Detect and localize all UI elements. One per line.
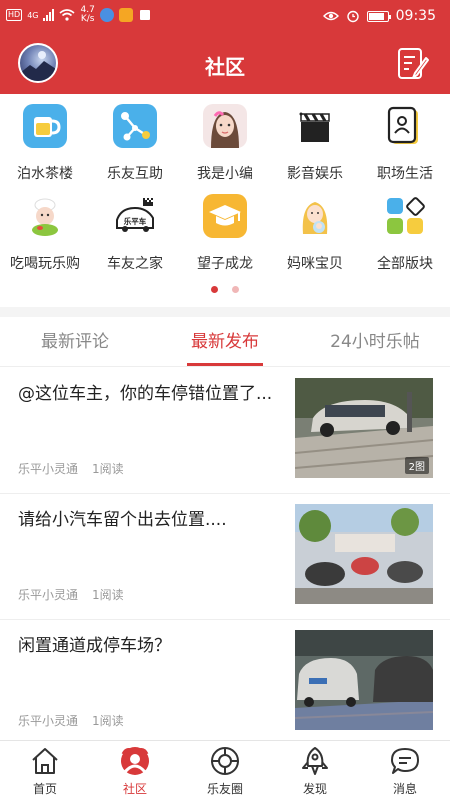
- section-label: 全部版块: [377, 256, 433, 272]
- share-nodes-icon: [113, 104, 157, 148]
- chef-icon: [23, 194, 67, 238]
- network-speed: 4.7 K/s: [80, 6, 94, 24]
- message-icon: [391, 748, 419, 774]
- post-reads: 1阅读: [92, 714, 124, 728]
- eye-icon: [322, 11, 339, 21]
- graduation-cap-icon: [203, 194, 247, 238]
- post-meta: 乐平小灵通 1阅读: [18, 712, 124, 729]
- clapperboard-icon: [293, 104, 337, 148]
- bottom-navigation: 首页 社区 乐友圈 发现 消息: [0, 740, 450, 800]
- community-screen: HD 4G 4.7 K/s 09:35 社区 泊水茶楼 乐友互助 我是小编 影音…: [0, 0, 450, 800]
- community-icon: [121, 747, 149, 775]
- section-label: 影音娱乐: [287, 166, 343, 182]
- page-dot-active[interactable]: [211, 286, 218, 293]
- post-title: 请给小汽车留个出去位置....: [18, 510, 227, 530]
- post-author: 乐平小灵通: [18, 714, 79, 728]
- nav-friends-circle[interactable]: 乐友圈: [180, 741, 270, 800]
- compose-icon[interactable]: [396, 46, 430, 82]
- section-divider: [0, 307, 450, 317]
- section-label: 我是小编: [197, 166, 253, 182]
- editor-girl-avatar: [203, 104, 247, 148]
- active-tab-indicator: [187, 363, 263, 366]
- section-label: 泊水茶楼: [17, 166, 73, 182]
- section-label: 望子成龙: [197, 256, 253, 272]
- post-thumbnail[interactable]: 2图: [295, 378, 433, 478]
- section-car-club[interactable]: 乐平车 车友之家: [90, 194, 180, 274]
- section-label: 乐友互助: [107, 166, 163, 182]
- signal-icon: [43, 9, 55, 21]
- nav-label: 消息: [392, 782, 417, 796]
- speed-unit: K/s: [80, 14, 95, 24]
- car-logo-text: 乐平车: [124, 216, 147, 226]
- list-item[interactable]: 请给小汽车留个出去位置.... 乐平小灵通 1阅读: [0, 494, 450, 620]
- nav-label: 发现: [302, 782, 327, 796]
- section-mutual-help[interactable]: 乐友互助: [90, 104, 180, 184]
- section-label: 吃喝玩乐购: [10, 256, 80, 272]
- section-all[interactable]: 全部版块: [360, 194, 450, 274]
- section-mom-baby[interactable]: 妈咪宝贝: [270, 194, 360, 274]
- post-reads: 1阅读: [92, 462, 124, 476]
- nav-label: 乐友圈: [206, 782, 243, 796]
- section-label: 车友之家: [107, 256, 163, 272]
- nav-label: 社区: [122, 782, 147, 796]
- page-dot[interactable]: [232, 286, 239, 293]
- hd-indicator: HD: [6, 9, 23, 21]
- tab-latest-comments[interactable]: 最新评论: [0, 317, 150, 367]
- tab-latest-posts[interactable]: 最新发布: [150, 317, 300, 367]
- list-item[interactable]: 闲置通道成停车场？ 乐平小灵通 1阅读: [0, 620, 450, 746]
- post-meta: 乐平小灵通 1阅读: [18, 586, 124, 603]
- section-food-fun[interactable]: 吃喝玩乐购: [0, 194, 90, 274]
- nav-discover[interactable]: 发现: [270, 741, 360, 800]
- post-thumbnail[interactable]: [295, 630, 433, 730]
- app-notification-icon: [137, 8, 152, 22]
- app-notification-icon: [99, 8, 114, 22]
- id-card-icon: [383, 104, 427, 148]
- alarm-icon: [346, 10, 359, 23]
- tab-24h-hot[interactable]: 24小时乐帖: [300, 317, 450, 367]
- status-bar: HD 4G 4.7 K/s 09:35: [0, 0, 450, 34]
- image-count-badge: 2图: [404, 457, 429, 474]
- wifi-icon: [59, 9, 76, 21]
- post-author: 乐平小灵通: [18, 588, 79, 602]
- all-sections-icon: [383, 194, 427, 238]
- section-editor[interactable]: 我是小编: [180, 104, 270, 184]
- post-reads: 1阅读: [92, 588, 124, 602]
- post-title: @这位车主，你的车停错位置了...: [18, 384, 273, 404]
- post-thumbnail[interactable]: [295, 504, 433, 604]
- rocket-icon: [302, 747, 328, 775]
- car-club-icon: 乐平车: [113, 194, 157, 238]
- section-label: 职场生活: [377, 166, 433, 182]
- nav-community[interactable]: 社区: [90, 741, 180, 800]
- section-career[interactable]: 职场生活: [360, 104, 450, 184]
- app-header: 社区: [0, 34, 450, 94]
- network-type: 4G: [27, 10, 39, 20]
- nav-home[interactable]: 首页: [0, 741, 90, 800]
- post-title: 闲置通道成停车场？: [18, 636, 171, 656]
- nav-label: 首页: [32, 782, 57, 796]
- friends-circle-icon: [211, 747, 239, 775]
- post-meta: 乐平小灵通 1阅读: [18, 460, 124, 477]
- clock: 09:35: [395, 8, 436, 24]
- section-label: 妈咪宝贝: [287, 256, 343, 272]
- mother-baby-icon: [293, 194, 337, 238]
- page-indicator: [0, 286, 450, 294]
- section-education[interactable]: 望子成龙: [180, 194, 270, 274]
- page-title: 社区: [205, 55, 245, 79]
- section-tea-house[interactable]: 泊水茶楼: [0, 104, 90, 184]
- app-notification-icon: [118, 8, 133, 22]
- section-entertainment[interactable]: 影音娱乐: [270, 104, 360, 184]
- tea-cup-icon: [23, 104, 67, 148]
- feed-tabs: 最新评论 最新发布 24小时乐帖: [0, 317, 450, 367]
- battery-icon: [366, 10, 391, 22]
- nav-messages[interactable]: 消息: [360, 741, 450, 800]
- home-icon: [32, 748, 58, 774]
- post-author: 乐平小灵通: [18, 462, 79, 476]
- list-item[interactable]: @这位车主，你的车停错位置了... 乐平小灵通 1阅读 2图: [0, 368, 450, 494]
